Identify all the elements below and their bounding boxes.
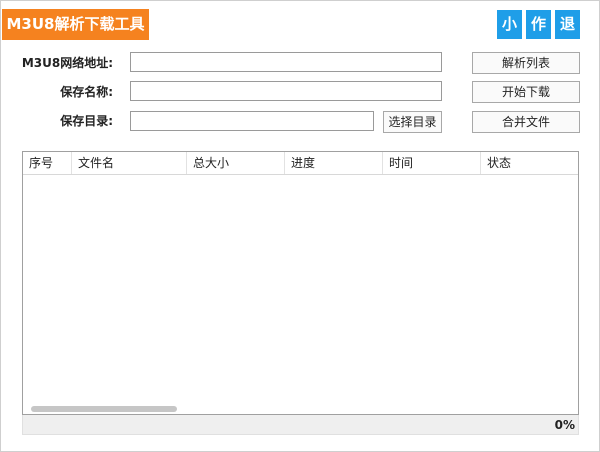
url-label: M3U8网络地址: [21, 56, 113, 70]
choose-dir-button[interactable]: 选择目录 [383, 111, 442, 133]
overall-progress: 0% [554, 418, 575, 432]
col-header-index[interactable]: 序号 [23, 152, 72, 174]
col-header-size[interactable]: 总大小 [187, 152, 285, 174]
minimize-button[interactable]: 小 [497, 10, 522, 39]
col-header-filename[interactable]: 文件名 [72, 152, 187, 174]
app-window: M3U8解析下载工具 小 作 退 M3U8网络地址: 保存名称: 保存目录: 选… [0, 0, 600, 452]
list-header: 序号 文件名 总大小 进度 时间 状态 [23, 152, 578, 175]
save-name-label: 保存名称: [60, 85, 113, 99]
col-header-progress[interactable]: 进度 [285, 152, 383, 174]
app-title: M3U8解析下载工具 [2, 9, 149, 40]
col-header-time[interactable]: 时间 [383, 152, 481, 174]
merge-files-button[interactable]: 合并文件 [472, 111, 580, 133]
save-dir-input[interactable] [130, 111, 374, 131]
col-header-status[interactable]: 状态 [481, 152, 578, 174]
save-name-input[interactable] [130, 81, 442, 101]
horizontal-scrollbar[interactable] [31, 406, 177, 412]
exit-button[interactable]: 退 [555, 10, 580, 39]
save-dir-label: 保存目录: [60, 114, 113, 128]
author-button[interactable]: 作 [526, 10, 551, 39]
url-input[interactable] [130, 52, 442, 72]
status-bar: 0% [22, 415, 579, 435]
parse-list-button[interactable]: 解析列表 [472, 52, 580, 74]
start-download-button[interactable]: 开始下载 [472, 81, 580, 103]
download-list[interactable]: 序号 文件名 总大小 进度 时间 状态 [22, 151, 579, 415]
